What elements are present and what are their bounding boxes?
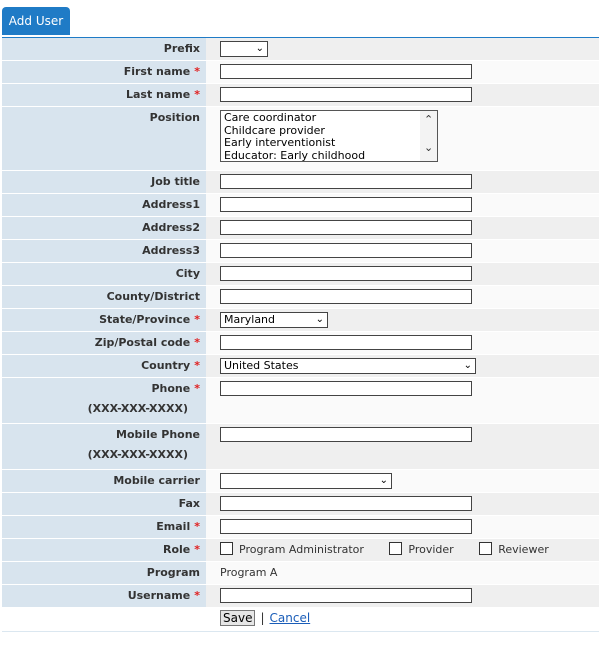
tab-add-user[interactable]: Add User [2, 7, 70, 35]
chevron-down-icon: ⌄ [255, 43, 264, 54]
county-input[interactable] [220, 289, 472, 304]
mobile-phone-label: Mobile Phone [116, 428, 200, 441]
position-listbox[interactable]: Care coordinator Childcare provider Earl… [220, 110, 438, 162]
mobile-phone-input[interactable] [220, 427, 472, 442]
required-marker: * [194, 88, 200, 101]
row-job-title: Job title [2, 171, 599, 194]
row-last-name: Last name * [2, 84, 599, 107]
mobile-phone-format-hint: (XXX-XXX-XXXX) [87, 448, 188, 461]
list-item[interactable]: Care coordinator [224, 111, 437, 125]
address3-input[interactable] [220, 243, 472, 258]
row-address1: Address1 [2, 194, 599, 217]
prefix-select[interactable]: ⌄ [220, 41, 268, 57]
row-address2: Address2 [2, 217, 599, 240]
email-input[interactable] [220, 519, 472, 534]
chevron-down-icon: ⌄ [463, 360, 472, 371]
action-separator: | [260, 611, 265, 625]
address3-label: Address3 [142, 244, 200, 257]
row-role: Role * Program Administrator Provider Rev… [2, 539, 599, 562]
role-label: Role [162, 543, 191, 556]
chevron-down-icon: ⌄ [315, 314, 324, 325]
address1-label: Address1 [142, 198, 200, 211]
reviewer-checkbox[interactable] [479, 541, 493, 555]
last-name-label: Last name [125, 88, 191, 101]
fax-label: Fax [178, 497, 200, 510]
row-program: Program Program A [2, 562, 599, 585]
program-value: Program A [220, 566, 278, 579]
job-title-input[interactable] [220, 174, 472, 189]
phone-format-hint: (XXX-XXX-XXXX) [87, 402, 188, 415]
add-user-form: Prefix ⌄ First name * Last name * Position… [2, 38, 599, 632]
row-zip: Zip/Postal code * [2, 332, 599, 355]
fax-input[interactable] [220, 496, 472, 511]
row-email: Email * [2, 516, 599, 539]
position-label: Position [149, 111, 200, 124]
city-input[interactable] [220, 266, 472, 281]
required-marker: * [194, 359, 200, 372]
chevron-down-icon: ⌄ [379, 475, 388, 486]
country-label: Country [141, 359, 191, 372]
required-marker: * [194, 543, 200, 556]
country-select-value: United States [224, 359, 299, 372]
row-mobile-phone: Mobile Phone (XXX-XXX-XXXX) [2, 424, 599, 470]
required-marker: * [194, 65, 200, 78]
address1-input[interactable] [220, 197, 472, 212]
chevron-down-icon[interactable]: ⌄ [424, 141, 433, 154]
row-state: State/Province * Maryland ⌄ [2, 309, 599, 332]
row-prefix: Prefix ⌄ [2, 38, 599, 61]
list-item[interactable]: Educator: Early childhood [224, 149, 437, 163]
row-address3: Address3 [2, 240, 599, 263]
row-username: Username * [2, 585, 599, 608]
chevron-up-icon[interactable]: ⌃ [424, 113, 433, 126]
provider-checkbox[interactable] [389, 541, 403, 555]
provider-label: Provider [408, 543, 454, 556]
row-city: City [2, 263, 599, 286]
reviewer-label: Reviewer [498, 543, 549, 556]
required-marker: * [194, 336, 200, 349]
required-marker: * [194, 589, 200, 602]
address2-input[interactable] [220, 220, 472, 235]
tab-bar: Add User [2, 0, 599, 39]
username-input[interactable] [220, 588, 472, 603]
address2-label: Address2 [142, 221, 200, 234]
prefix-label: Prefix [163, 42, 200, 55]
row-first-name: First name * [2, 61, 599, 84]
cancel-link[interactable]: Cancel [270, 611, 311, 625]
program-administrator-label: Program Administrator [239, 543, 364, 556]
phone-input[interactable] [220, 381, 472, 396]
save-button[interactable]: Save [220, 610, 256, 626]
row-country: Country * United States ⌄ [2, 355, 599, 378]
required-marker: * [194, 520, 200, 533]
program-administrator-checkbox[interactable] [220, 541, 233, 555]
listbox-scrollbar[interactable]: ⌃ ⌄ [420, 111, 437, 161]
zip-label: Zip/Postal code [94, 336, 191, 349]
zip-input[interactable] [220, 335, 472, 350]
program-label: Program [146, 566, 200, 579]
job-title-label: Job title [151, 175, 200, 188]
first-name-label: First name [123, 65, 191, 78]
row-mobile-carrier: Mobile carrier ⌄ [2, 470, 599, 493]
email-label: Email [156, 520, 191, 533]
list-item[interactable]: Early interventionist [224, 136, 437, 150]
county-label: County/District [106, 290, 200, 303]
first-name-input[interactable] [220, 64, 472, 79]
row-fax: Fax [2, 493, 599, 516]
username-label: Username [127, 589, 191, 602]
mobile-carrier-label: Mobile carrier [113, 474, 200, 487]
state-select-value: Maryland [224, 313, 276, 326]
required-marker: * [194, 382, 200, 395]
state-select[interactable]: Maryland ⌄ [220, 312, 328, 328]
required-marker: * [194, 313, 200, 326]
phone-label: Phone [151, 382, 191, 395]
country-select[interactable]: United States ⌄ [220, 358, 476, 374]
row-position: Position Care coordinator Childcare prov… [2, 107, 599, 171]
mobile-carrier-select[interactable]: ⌄ [220, 473, 392, 489]
row-phone: Phone * (XXX-XXX-XXXX) [2, 378, 599, 424]
state-label: State/Province [99, 313, 191, 326]
row-actions: Save | Cancel [2, 608, 599, 631]
row-county: County/District [2, 286, 599, 309]
last-name-input[interactable] [220, 87, 472, 102]
city-label: City [175, 267, 200, 280]
